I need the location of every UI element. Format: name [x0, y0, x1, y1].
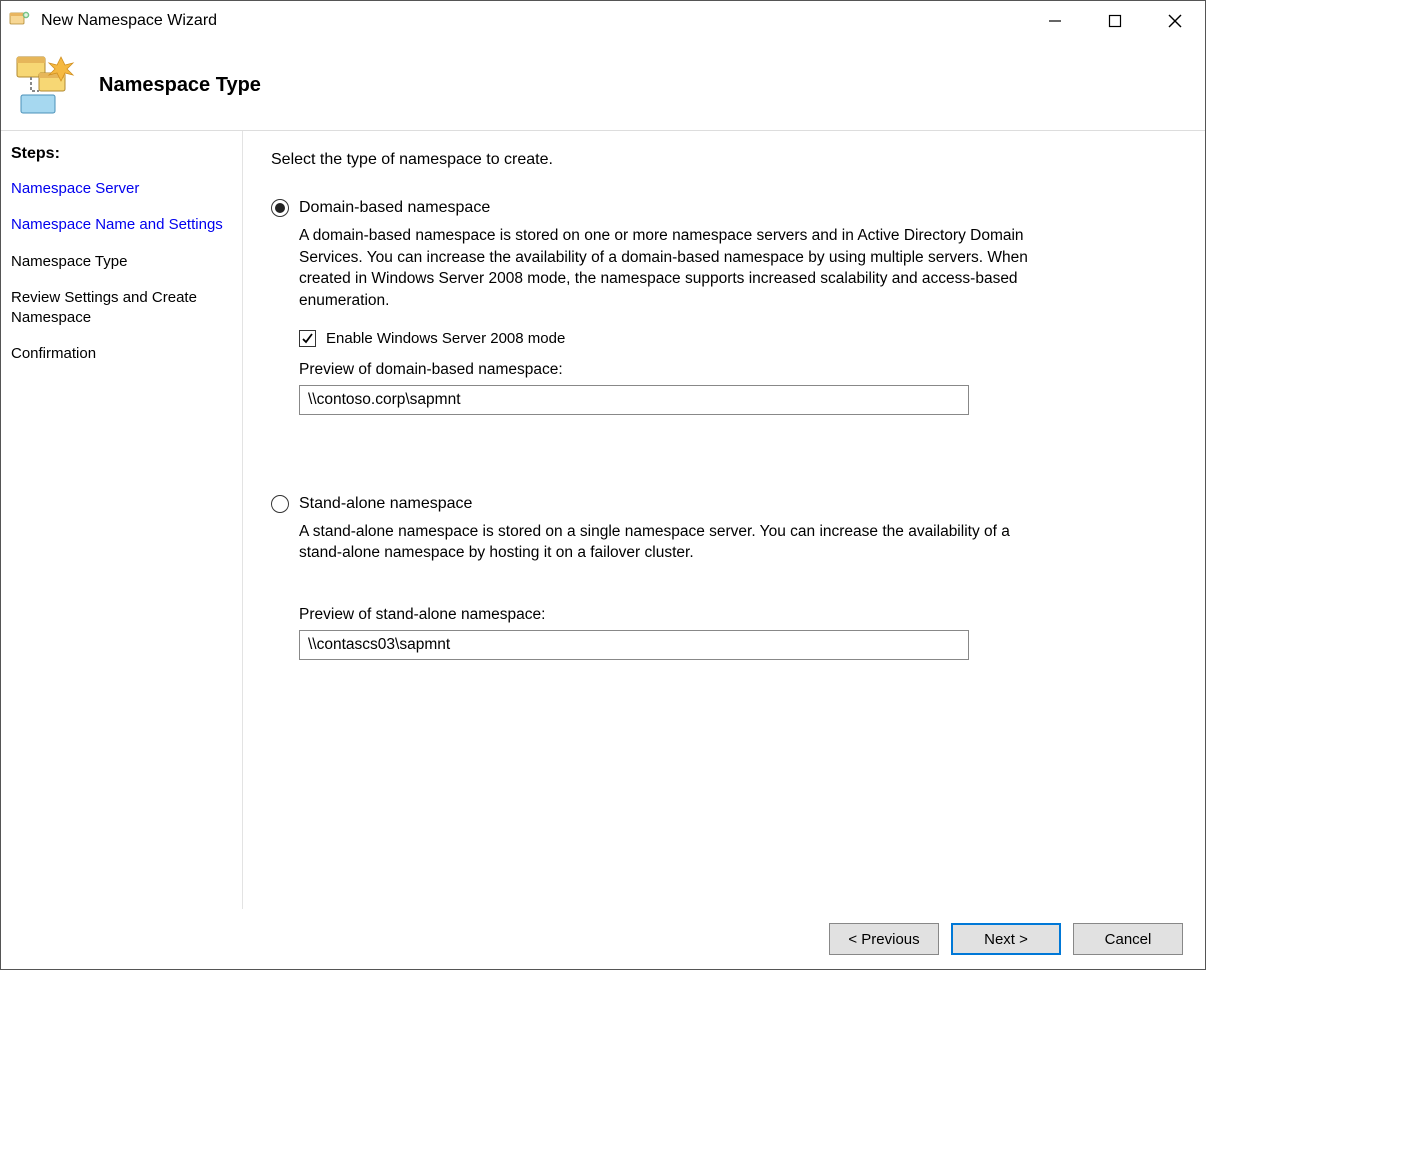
- domain-preview-label: Preview of domain-based namespace:: [299, 361, 1177, 379]
- radio-icon: [271, 199, 289, 217]
- next-button[interactable]: Next >: [951, 923, 1061, 955]
- page-title: Namespace Type: [99, 74, 261, 97]
- step-review-create: Review Settings and Create Namespace: [1, 280, 242, 337]
- wizard-banner: Namespace Type: [1, 41, 1205, 131]
- titlebar: New Namespace Wizard: [1, 1, 1205, 41]
- app-icon: [9, 10, 31, 32]
- close-button[interactable]: [1145, 1, 1205, 41]
- wizard-body: Steps: Namespace Server Namespace Name a…: [1, 131, 1205, 909]
- radio-label: Domain-based namespace: [299, 199, 490, 217]
- standalone-description: A stand-alone namespace is stored on a s…: [299, 521, 1039, 564]
- wizard-banner-icon: [11, 51, 81, 121]
- checkbox-icon: [299, 330, 316, 347]
- instruction-text: Select the type of namespace to create.: [271, 151, 1177, 169]
- window-controls: [1025, 1, 1205, 41]
- window-title: New Namespace Wizard: [41, 12, 217, 30]
- checkbox-label: Enable Windows Server 2008 mode: [326, 330, 565, 347]
- option-standalone: Stand-alone namespace A stand-alone name…: [271, 495, 1177, 660]
- radio-standalone[interactable]: Stand-alone namespace: [271, 495, 1177, 513]
- previous-button[interactable]: < Previous: [829, 923, 939, 955]
- checkbox-ws2008-mode[interactable]: Enable Windows Server 2008 mode: [299, 330, 1177, 347]
- domain-description: A domain-based namespace is stored on on…: [299, 225, 1039, 312]
- step-namespace-name-settings[interactable]: Namespace Name and Settings: [1, 207, 242, 243]
- cancel-button[interactable]: Cancel: [1073, 923, 1183, 955]
- wizard-footer: < Previous Next > Cancel: [1, 909, 1205, 969]
- steps-heading: Steps:: [1, 141, 242, 171]
- standalone-preview-value: \\contascs03\sapmnt: [299, 630, 969, 660]
- option-domain-based: Domain-based namespace A domain-based na…: [271, 199, 1177, 415]
- step-namespace-type[interactable]: Namespace Type: [1, 244, 242, 280]
- step-confirmation: Confirmation: [1, 336, 242, 372]
- maximize-button[interactable]: [1085, 1, 1145, 41]
- steps-sidebar: Steps: Namespace Server Namespace Name a…: [1, 131, 243, 909]
- minimize-button[interactable]: [1025, 1, 1085, 41]
- step-namespace-server[interactable]: Namespace Server: [1, 171, 242, 207]
- radio-icon: [271, 495, 289, 513]
- radio-label: Stand-alone namespace: [299, 495, 472, 513]
- wizard-window: New Namespace Wizard: [0, 0, 1206, 970]
- standalone-preview-label: Preview of stand-alone namespace:: [299, 606, 1177, 624]
- domain-preview-value: \\contoso.corp\sapmnt: [299, 385, 969, 415]
- content-area: Select the type of namespace to create. …: [243, 131, 1205, 909]
- radio-domain-based[interactable]: Domain-based namespace: [271, 199, 1177, 217]
